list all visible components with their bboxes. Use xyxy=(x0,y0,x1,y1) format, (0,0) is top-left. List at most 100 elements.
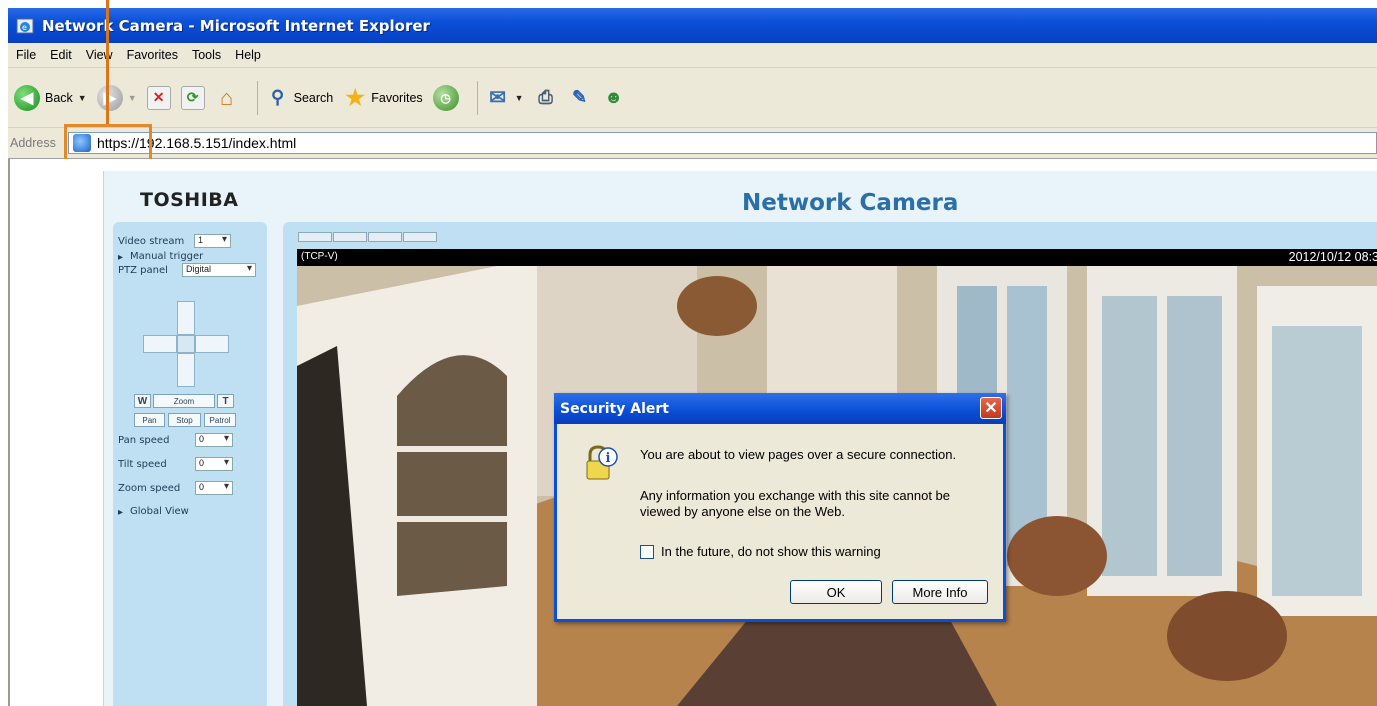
search-button[interactable]: ⚲ Search xyxy=(266,86,334,110)
back-label: Back xyxy=(45,90,73,105)
ok-button[interactable]: OK xyxy=(790,580,882,604)
pan-speed-value: 0 xyxy=(199,434,205,444)
ptz-home-button[interactable] xyxy=(177,335,195,353)
dialog-message-2: Any information you exchange with this s… xyxy=(640,488,951,519)
video-info-bar: (TCP-V) 2012/10/12 08:3 xyxy=(297,249,1377,266)
menu-edit[interactable]: Edit xyxy=(50,48,72,62)
print-button[interactable]: ⎙ xyxy=(534,86,558,110)
ptz-panel-label: PTZ panel xyxy=(118,265,168,276)
home-button[interactable]: ⌂ xyxy=(215,84,239,110)
toolbar: ◀ Back ▼ ▶ ▼ ✕ ⟳ ⌂ ⚲ Search ★ Favorites … xyxy=(8,68,1377,128)
zoom-speed-label: Zoom speed xyxy=(118,483,181,494)
pan-speed-label: Pan speed xyxy=(118,435,170,446)
tilt-speed-select[interactable]: 0 xyxy=(195,457,233,471)
video-stream-value: 1 xyxy=(198,235,204,245)
menu-file[interactable]: File xyxy=(16,48,36,62)
svg-text:i: i xyxy=(606,451,611,466)
edit-icon: ✎ xyxy=(572,87,588,107)
back-button[interactable]: ◀ Back ▼ xyxy=(14,84,87,111)
zoom-wide-button[interactable]: W xyxy=(134,394,151,408)
zoom-speed-value: 0 xyxy=(199,482,205,492)
forward-dropdown-icon[interactable]: ▼ xyxy=(128,93,137,103)
close-icon[interactable]: ✕ xyxy=(980,397,1002,419)
zoom-label-button: Zoom xyxy=(153,394,215,408)
address-label: Address xyxy=(10,136,56,150)
back-dropdown-icon[interactable]: ▼ xyxy=(78,93,87,103)
search-icon: ⚲ xyxy=(271,87,285,107)
messenger-button[interactable]: ☻ xyxy=(602,86,626,110)
ptz-left-button[interactable] xyxy=(143,335,177,353)
forward-button[interactable]: ▶ ▼ xyxy=(96,84,137,111)
callout-pointer-line xyxy=(106,0,109,124)
mail-icon: ✉ xyxy=(489,87,507,109)
refresh-button[interactable]: ⟳ xyxy=(180,85,205,110)
ptz-panel-select[interactable]: Digital xyxy=(182,263,256,277)
view-size-tab[interactable] xyxy=(333,232,367,242)
zoom-speed-select[interactable]: 0 xyxy=(195,481,233,495)
menu-bar: File Edit View Favorites Tools Help xyxy=(8,43,1377,68)
video-stream-select[interactable]: 1 xyxy=(194,234,231,248)
toolbar-separator xyxy=(256,80,258,115)
address-input[interactable]: https://192.168.5.151/index.html xyxy=(68,132,1377,154)
tilt-speed-label: Tilt speed xyxy=(118,459,167,470)
global-view-link[interactable]: Global View xyxy=(130,506,189,517)
view-size-tab[interactable] xyxy=(298,232,332,242)
ptz-panel-value: Digital xyxy=(186,264,212,274)
ptz-right-button[interactable] xyxy=(195,335,229,353)
manual-trigger-arrow-icon: ▸ xyxy=(118,252,124,263)
manual-trigger-link[interactable]: Manual trigger xyxy=(130,251,203,262)
edit-button[interactable]: ✎ xyxy=(568,86,592,110)
more-info-button[interactable]: More Info xyxy=(892,580,988,604)
favorites-button[interactable]: ★ Favorites xyxy=(343,84,423,110)
refresh-icon: ⟳ xyxy=(180,85,205,110)
stop-button[interactable]: ✕ xyxy=(146,85,171,110)
favorites-label: Favorites xyxy=(371,90,423,105)
dialog-message-1: You are about to view pages over a secur… xyxy=(640,447,957,462)
window-title-bar: e Network Camera - Microsoft Internet Ex… xyxy=(8,8,1377,43)
toolbar-separator xyxy=(476,80,478,115)
video-stream-label: Video stream xyxy=(118,236,185,247)
dialog-title-bar: Security Alert ✕ xyxy=(554,393,1006,424)
ie-icon: e xyxy=(16,16,36,36)
ptz-down-button[interactable] xyxy=(177,353,195,387)
stop-pan-button[interactable]: Stop xyxy=(168,413,201,427)
zoom-tele-button[interactable]: T xyxy=(217,394,234,408)
search-label: Search xyxy=(293,90,334,105)
page-title: Network Camera xyxy=(742,190,959,216)
video-timestamp: 2012/10/12 08:3 xyxy=(1288,250,1377,264)
security-lock-info-icon: i xyxy=(584,443,618,483)
patrol-button[interactable]: Patrol xyxy=(204,413,236,427)
menu-favorites[interactable]: Favorites xyxy=(127,48,178,62)
messenger-icon: ☻ xyxy=(604,87,624,107)
forward-arrow-icon: ▶ xyxy=(96,84,123,111)
mail-dropdown-icon[interactable]: ▼ xyxy=(515,93,524,103)
dont-show-checkbox[interactable] xyxy=(640,545,654,559)
dont-show-label: In the future, do not show this warning xyxy=(661,544,881,559)
menu-help[interactable]: Help xyxy=(235,48,261,62)
security-alert-dialog: Security Alert ✕ i You are about to view… xyxy=(554,393,1006,622)
back-arrow-icon: ◀ xyxy=(14,84,40,111)
brand-logo: TOSHIBA xyxy=(140,189,239,211)
mail-button[interactable]: ✉ ▼ xyxy=(486,86,524,110)
svg-text:e: e xyxy=(22,23,27,32)
pan-speed-select[interactable]: 0 xyxy=(195,433,233,447)
menu-tools[interactable]: Tools xyxy=(192,48,221,62)
stop-icon: ✕ xyxy=(146,85,171,110)
ptz-up-button[interactable] xyxy=(177,301,195,335)
window-title: Network Camera - Microsoft Internet Expl… xyxy=(42,16,430,35)
address-bar: Address https://192.168.5.151/index.html xyxy=(8,128,1377,159)
global-view-arrow-icon: ▸ xyxy=(118,507,124,518)
control-panel: Video stream 1 ▸ Manual trigger PTZ pane… xyxy=(113,222,267,706)
print-icon: ⎙ xyxy=(538,87,553,107)
home-icon: ⌂ xyxy=(219,84,234,110)
favorites-star-icon: ★ xyxy=(345,84,366,110)
tilt-speed-value: 0 xyxy=(199,458,205,468)
history-icon: ◷ xyxy=(432,84,459,111)
pan-button[interactable]: Pan xyxy=(134,413,165,427)
video-protocol: (TCP-V) xyxy=(301,251,338,262)
view-size-tabs xyxy=(298,232,438,242)
view-size-tab[interactable] xyxy=(368,232,402,242)
dialog-title: Security Alert xyxy=(560,400,669,417)
view-size-tab[interactable] xyxy=(403,232,437,242)
history-button[interactable]: ◷ xyxy=(432,84,459,111)
